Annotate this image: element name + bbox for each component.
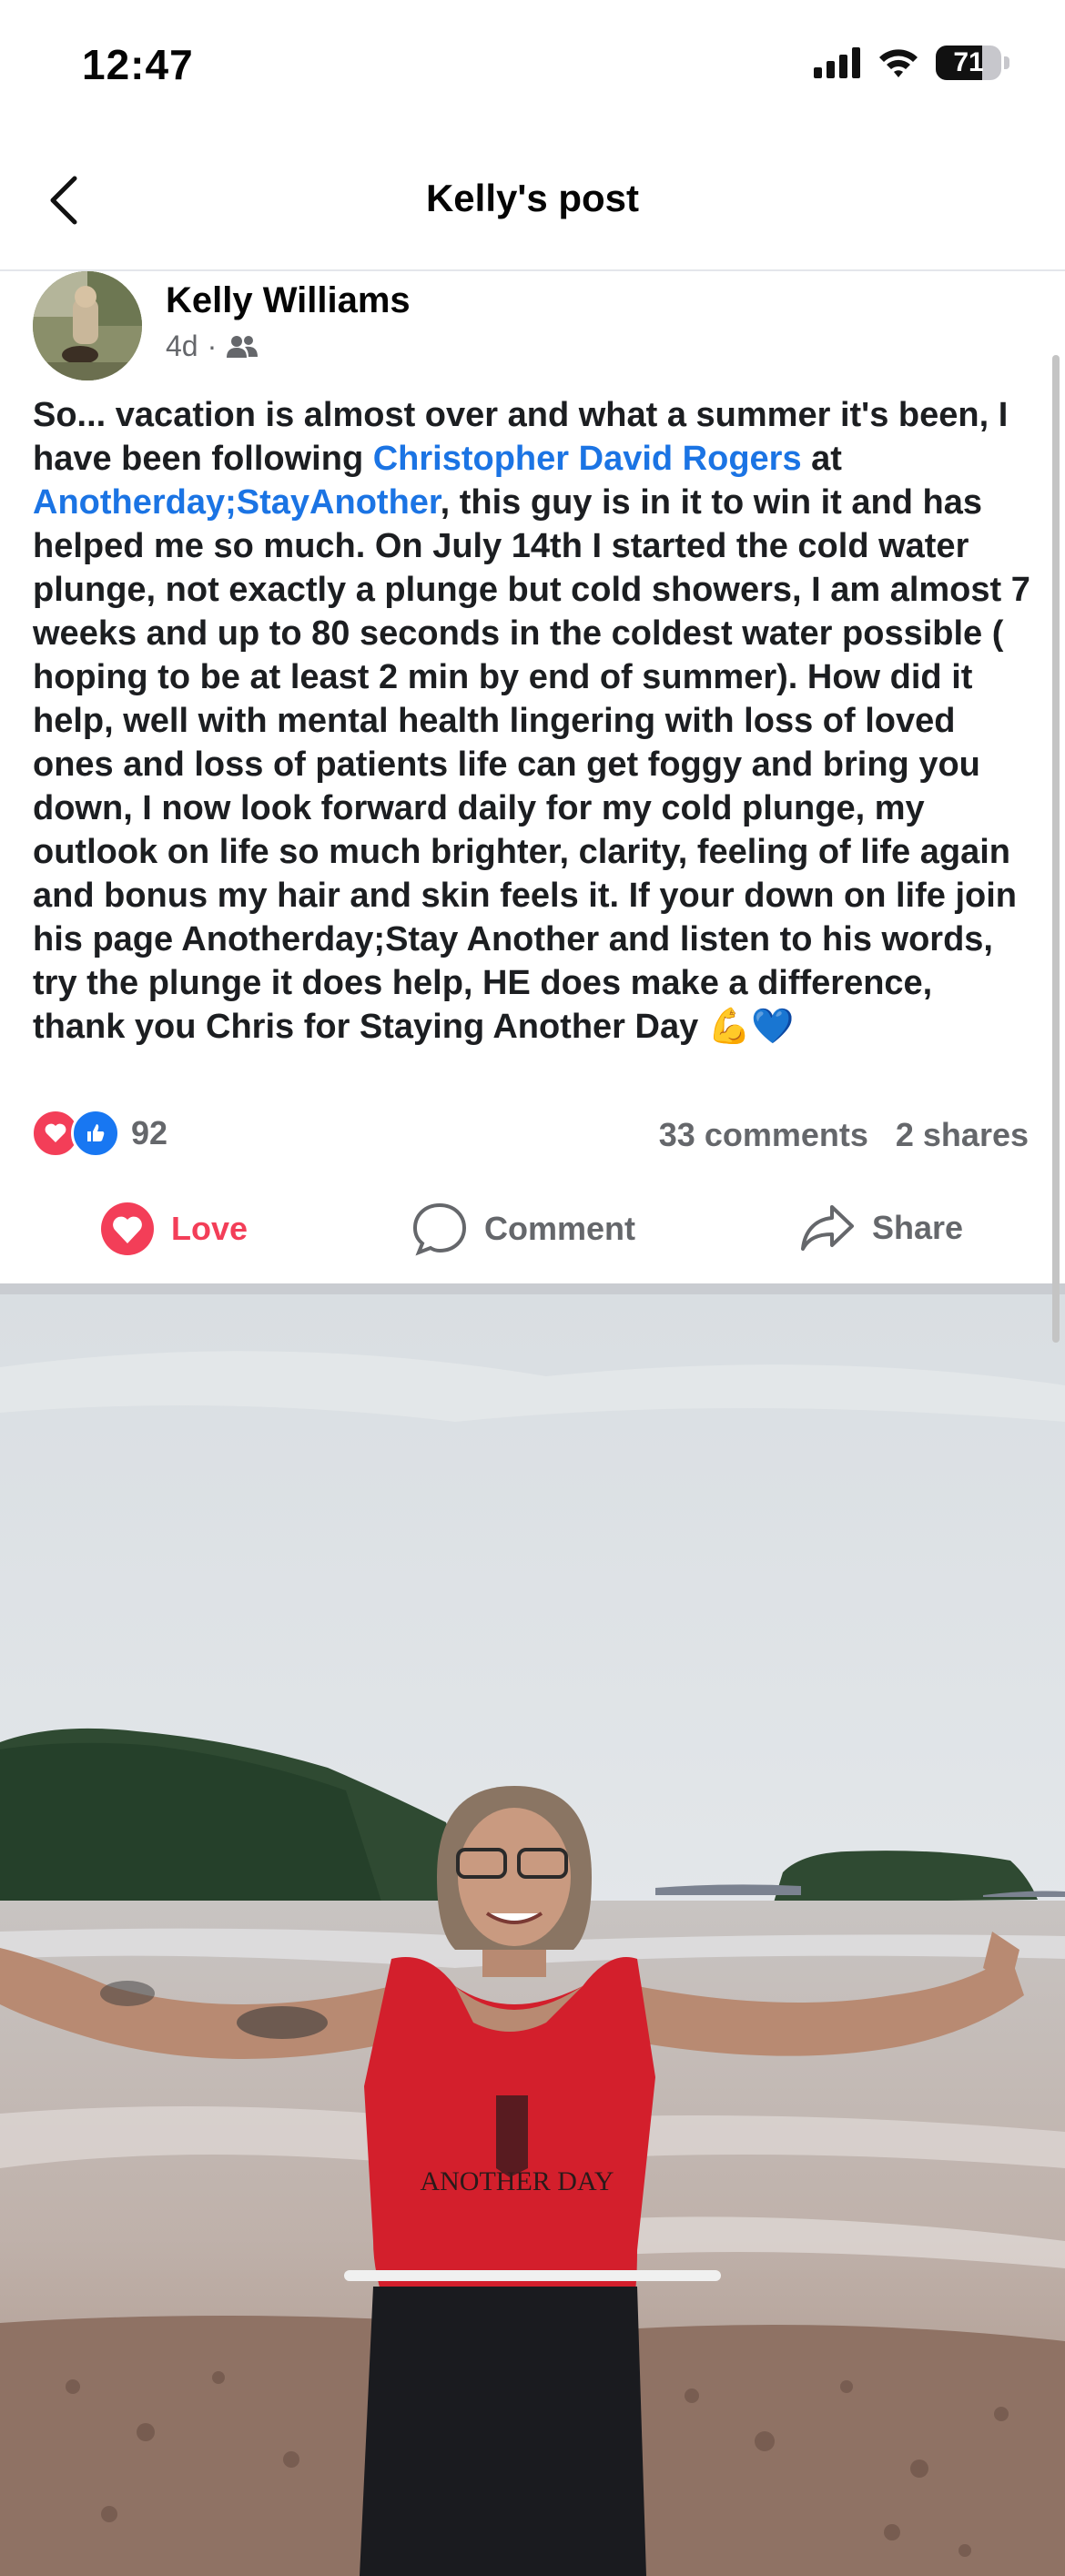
- love-button[interactable]: Love: [100, 1202, 248, 1256]
- wifi-icon: [879, 49, 918, 77]
- divider: [0, 1283, 1065, 1294]
- author-name[interactable]: Kelly Williams: [166, 280, 411, 321]
- status-icons: 71: [814, 46, 1010, 80]
- comments-count[interactable]: 33 comments: [659, 1116, 868, 1154]
- status-time: 12:47: [82, 41, 194, 88]
- post-text-part: , this guy is in it to win it and has he…: [33, 483, 1030, 1046]
- comment-label: Comment: [484, 1210, 636, 1247]
- share-icon: [801, 1205, 854, 1251]
- status-bar: 12:47 71: [0, 0, 1065, 137]
- page-title: Kelly's post: [425, 177, 640, 219]
- reaction-count: 92: [131, 1114, 168, 1151]
- emojis: 💪💙: [707, 1008, 795, 1046]
- reactions-summary[interactable]: 92: [31, 1109, 167, 1158]
- post-meta: 4d ·: [166, 330, 259, 363]
- post-text-part: at: [801, 440, 842, 478]
- home-indicator[interactable]: [344, 2270, 721, 2281]
- share-button[interactable]: Share: [799, 1202, 963, 1254]
- meta-separator: ·: [207, 330, 218, 362]
- battery-level: 71: [953, 47, 984, 77]
- post-time[interactable]: 4d: [166, 330, 198, 363]
- nav-bar: Kelly's post: [0, 137, 1065, 271]
- comment-button[interactable]: Comment: [411, 1202, 635, 1256]
- mention-link[interactable]: Christopher David Rogers: [373, 440, 802, 478]
- share-label: Share: [872, 1209, 964, 1246]
- love-label: Love: [171, 1210, 248, 1247]
- scrollbar[interactable]: [1052, 355, 1060, 1343]
- shares-count[interactable]: 2 shares: [896, 1116, 1029, 1154]
- post-text: So... vacation is almost over and what a…: [33, 393, 1034, 1049]
- post-photo[interactable]: ANOTHER DAY: [0, 1294, 1065, 2576]
- friends-icon: [227, 335, 259, 358]
- signal-icon: [814, 47, 860, 78]
- comment-icon: [412, 1202, 467, 1256]
- action-bar: Love Comment Share: [0, 1189, 1065, 1269]
- avatar[interactable]: [33, 271, 142, 380]
- like-reaction-icon: [71, 1109, 120, 1158]
- engagement-counts: 33 comments 2 shares: [659, 1116, 1029, 1154]
- battery-icon: 71: [936, 46, 1010, 80]
- love-icon: [101, 1202, 154, 1255]
- page-link[interactable]: Anotherday;StayAnother: [33, 483, 441, 522]
